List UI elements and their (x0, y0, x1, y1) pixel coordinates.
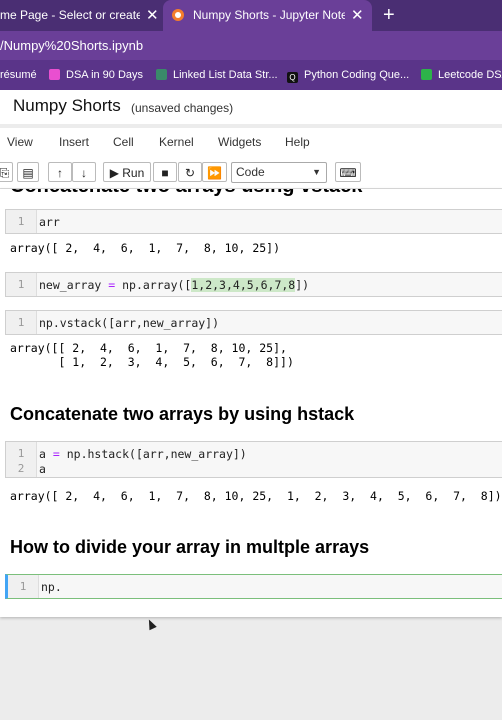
tab-title: Numpy Shorts - Jupyter Notebook (193, 8, 345, 22)
new-tab-icon[interactable]: + (383, 0, 395, 31)
tab-title: me Page - Select or create a n (0, 8, 140, 22)
cell-code: arr (39, 215, 60, 229)
menu-bar: View Insert Cell Kernel Widgets Help (0, 128, 502, 156)
paste-icon[interactable]: ▤ (17, 162, 39, 182)
section-heading-hstack: Concatenate two arrays by using hstack (10, 404, 355, 424)
line-number: 1 (17, 215, 25, 228)
line-number: 1 (17, 447, 25, 460)
cell-type-select[interactable]: Code ▼ (231, 162, 327, 183)
bookmark-linked-list[interactable]: Linked List Data Str... (156, 60, 278, 90)
line-number: 1 (19, 580, 27, 593)
menu-view[interactable]: View (7, 135, 33, 149)
menu-cell[interactable]: Cell (113, 135, 134, 149)
tab-numpy-shorts[interactable]: Numpy Shorts - Jupyter Notebook ✕ (163, 0, 372, 31)
restart-icon[interactable]: ↻ (178, 162, 202, 182)
line-number: 1 (17, 316, 25, 329)
bookmark-python[interactable]: Q Python Coding Que... (287, 60, 409, 90)
menu-widgets[interactable]: Widgets (218, 135, 261, 149)
menu-help[interactable]: Help (285, 135, 310, 149)
run-button[interactable]: ▶ Run (103, 162, 151, 182)
cell-code: a = np.hstack([arr,new_array]) (39, 447, 247, 461)
bookmark-dsa-90[interactable]: DSA in 90 Days (49, 60, 143, 90)
tab-home-page[interactable]: me Page - Select or create a n ✕ (0, 0, 162, 31)
move-up-icon[interactable]: ↑ (48, 162, 72, 182)
url-text: /Numpy%20Shorts.ipynb (0, 38, 144, 53)
cell-output: array([ 2, 4, 6, 1, 7, 8, 10, 25]) (10, 241, 281, 255)
chevron-down-icon: ▼ (312, 167, 321, 177)
bookmark-icon (156, 69, 167, 80)
cell-code: np.vstack([arr,new_array]) (39, 316, 220, 330)
code-cell-active[interactable]: 1 np. (5, 574, 502, 599)
code-cell[interactable]: 1 arr (5, 209, 502, 234)
bookmark-icon (49, 69, 60, 80)
mouse-cursor-icon (145, 617, 157, 631)
cell-code: new_array = np.array([1,2,3,4,5,6,7,8]) (39, 278, 310, 292)
menu-kernel[interactable]: Kernel (159, 135, 194, 149)
stop-icon[interactable]: ■ (153, 162, 177, 182)
code-cell[interactable]: 1 new_array = np.array([1,2,3,4,5,6,7,8]… (5, 272, 502, 297)
cell-output: array([ 2, 4, 6, 1, 7, 8, 10, 25, 1, 2, … (10, 489, 502, 503)
notebook-toolbar: ⎘ ▤ ↑ ↓ ▶ Run ■ ↻ ⏩ Code ▼ ⌨ (0, 156, 502, 189)
jupyter-icon (172, 9, 184, 21)
cell-heading-vstack: Concatenate two arrays using vstack (10, 189, 362, 198)
bookmark-icon: Q (287, 72, 298, 83)
cell-code: a (39, 462, 46, 476)
cell-output: array([[ 2, 4, 6, 1, 7, 8, 10, 25], [ 1,… (10, 341, 294, 369)
close-icon[interactable]: ✕ (146, 0, 159, 31)
close-icon[interactable]: ✕ (351, 0, 364, 31)
keyboard-icon[interactable]: ⌨ (335, 162, 361, 182)
cell-code: np. (41, 580, 62, 594)
menu-insert[interactable]: Insert (59, 135, 89, 149)
section-heading-divide: How to divide your array in multple arra… (10, 537, 370, 557)
notebook-area: Concatenate two arrays using vstack 1 ar… (0, 189, 502, 617)
copy-icon[interactable]: ⎘ (0, 162, 13, 182)
move-down-icon[interactable]: ↓ (72, 162, 96, 182)
bookmark-leetcode[interactable]: Leetcode DSA (421, 60, 502, 90)
bookmarks-bar: résumé DSA in 90 Days Linked List Data S… (0, 60, 502, 90)
code-cell[interactable]: 1 np.vstack([arr,new_array]) (5, 310, 502, 335)
run-icon: ▶ (109, 166, 123, 180)
bookmark-icon (421, 69, 432, 80)
line-number: 2 (17, 462, 25, 475)
line-number: 1 (17, 278, 25, 291)
notebook-title[interactable]: Numpy Shorts (13, 96, 121, 116)
bookmark-resume[interactable]: résumé (0, 60, 37, 90)
code-cell[interactable]: 1 2 a = np.hstack([arr,new_array]) a (5, 441, 502, 478)
save-status: (unsaved changes) (131, 101, 234, 115)
restart-run-all-icon[interactable]: ⏩ (202, 162, 227, 182)
notebook-header: Numpy Shorts (unsaved changes) (0, 90, 502, 124)
address-bar[interactable]: /Numpy%20Shorts.ipynb (0, 31, 502, 60)
browser-tab-bar: me Page - Select or create a n ✕ Numpy S… (0, 0, 502, 31)
